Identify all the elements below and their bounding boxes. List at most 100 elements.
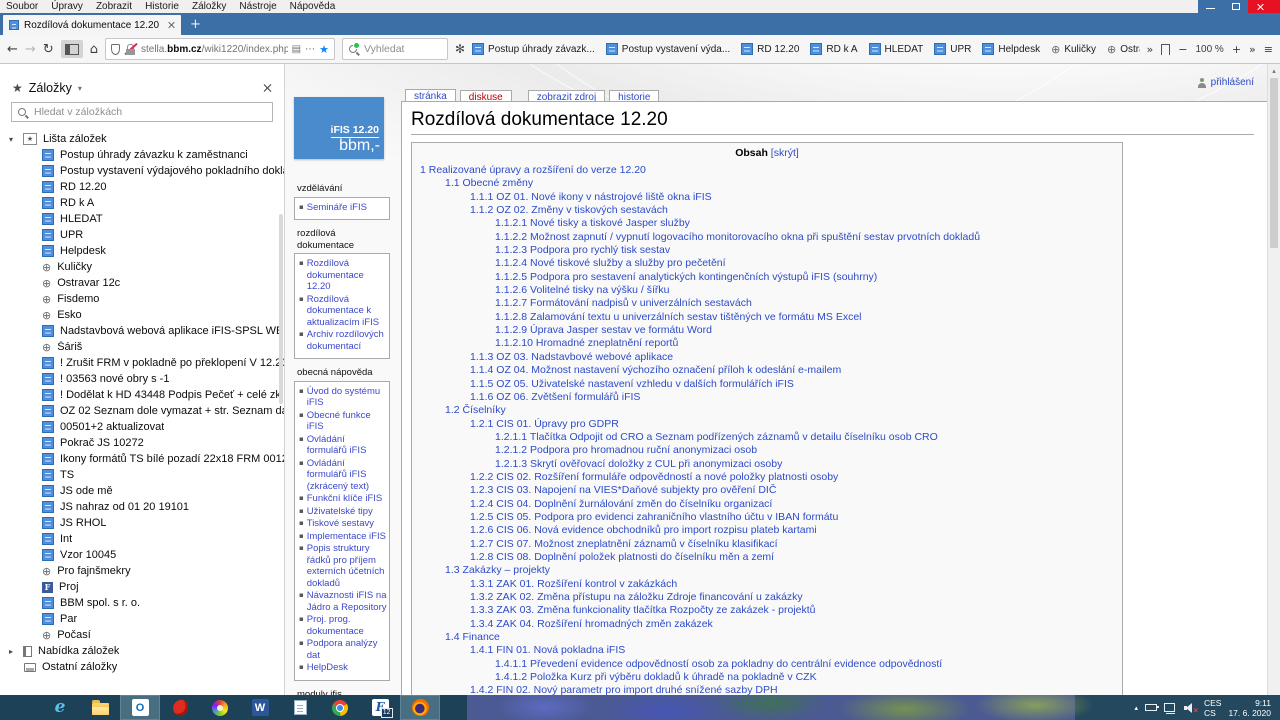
wiki-nav-link[interactable]: ▪ HelpDesk (299, 662, 387, 674)
taskbar-word-button[interactable]: W (240, 695, 280, 720)
sidebar-bookmark-item[interactable]: ⊕ Kuličky (0, 259, 284, 275)
toc-entry[interactable]: 1.2.3 CIS 03. Napojení na VIES*Daňové su… (420, 484, 1114, 497)
taskbar-red-mascot-button[interactable] (160, 695, 200, 720)
sidebar-search-input[interactable] (34, 106, 267, 118)
sidebar-toggle-button[interactable] (60, 40, 83, 58)
taskbar-outlook-button[interactable]: O (120, 695, 160, 720)
bookmark-star-icon[interactable]: ★ (319, 43, 329, 56)
taskbar-chrome-button[interactable] (320, 695, 360, 720)
overflow-chevron-icon[interactable]: » (1147, 43, 1154, 56)
sidebar-bookmark-item[interactable]: UPR (0, 227, 284, 243)
menu-item[interactable]: Zobrazit (96, 1, 132, 12)
toc-entry[interactable]: 1.4.1 FIN 01. Nová pokladna iFIS (420, 644, 1114, 657)
expand-caret-icon[interactable]: ▾ (9, 135, 17, 144)
volume-muted-icon[interactable]: × (1183, 702, 1198, 714)
toc-entry[interactable]: 1 Realizované úpravy a rozšíření do verz… (420, 164, 1114, 177)
sidebar-bookmark-item[interactable]: HLEDAT (0, 211, 284, 227)
collapse-caret-icon[interactable]: ▸ (9, 647, 17, 656)
sidebar-bookmark-item[interactable]: Helpdesk (0, 243, 284, 259)
toc-entry[interactable]: 1.2.1.2 Podpora pro hromadnou ruční anon… (420, 444, 1114, 457)
insecure-lock-icon[interactable] (124, 42, 138, 55)
sidebar-bookmark-item[interactable]: BBM spol. s r. o. (0, 595, 284, 611)
hamburger-menu-icon[interactable]: ≡ (1264, 43, 1273, 56)
toc-entry[interactable]: 1.4 Finance (420, 631, 1114, 644)
sidebar-bookmark-item[interactable]: F Proj (0, 579, 284, 595)
gear-icon[interactable]: ✻ (455, 42, 465, 56)
sidebar-bookmark-item[interactable]: ⊕ Ostravar 12c (0, 275, 284, 291)
new-tab-button[interactable]: + (190, 17, 201, 32)
url-bar[interactable]: stella.bbm.cz/wiki1220/index.php/Ro ▤ ⋯ … (104, 38, 335, 60)
bookmark-toolbar-item[interactable]: ⊕ Kuličky (1051, 44, 1096, 55)
taskbar-internet-explorer-button[interactable]: e (40, 695, 80, 720)
page-scrollbar[interactable]: ▴ (1267, 64, 1280, 695)
battery-icon[interactable] (1144, 704, 1159, 711)
toc-entry[interactable]: 1.1.2.7 Formátování nadpisů v univerzáln… (420, 297, 1114, 310)
toc-entry[interactable]: 1.1.2.10 Hromadné zneplatnění reportů (420, 337, 1114, 350)
sidebar-bookmark-item[interactable]: OZ 02 Seznam dole vymazat + str. Seznam … (0, 403, 284, 419)
toc-entry[interactable]: 1.4.1.2 Položka Kurz při výběru dokladů … (420, 671, 1114, 684)
scroll-up-arrow-icon[interactable]: ▴ (1268, 64, 1280, 75)
library-icon[interactable] (1161, 43, 1171, 56)
menu-item[interactable]: Historie (145, 1, 179, 12)
toc-entry[interactable]: 1.4.1.1 Převedení evidence odpovědností … (420, 658, 1114, 671)
menu-item[interactable]: Nástroje (239, 1, 276, 12)
toc-hide-link[interactable]: [skrýt] (771, 147, 799, 159)
taskbar-firefox-button[interactable] (400, 695, 440, 720)
restore-button[interactable] (1223, 0, 1248, 13)
search-input[interactable] (363, 43, 442, 55)
bookmark-toolbar-item[interactable]: Helpdesk (982, 43, 1040, 55)
language-indicator[interactable]: CES CS (1204, 698, 1221, 718)
toc-entry[interactable]: 1.1.2 OZ 02. Změny v tiskových sestavách (420, 204, 1114, 217)
bookmark-toolbar-item[interactable]: ⊕Ostravar 12c (1107, 44, 1140, 55)
wiki-nav-link[interactable]: ▪ Ovládání formulářů iFIS (zkrácený text) (299, 458, 387, 493)
menu-item[interactable]: Nápověda (290, 1, 336, 12)
toc-entry[interactable]: 1.1.2.9 Úprava Jasper sestav ve formátu … (420, 324, 1114, 337)
menu-item[interactable]: Úpravy (51, 1, 83, 12)
wiki-nav-link[interactable]: ▪ Podpora analýzy dat (299, 638, 387, 661)
sidebar-bookmark-item[interactable]: Postup úhrady závazku k zaměstnanci (0, 147, 284, 163)
wiki-nav-link[interactable]: ▪ Funkční klíče iFIS (299, 493, 387, 505)
toc-entry[interactable]: 1.2.1 CIS 01. Úpravy pro GDPR (420, 418, 1114, 431)
personal-bar[interactable]: přihlášení (1197, 77, 1254, 88)
toc-entry[interactable]: 1.3 Zakázky – projekty (420, 564, 1114, 577)
toc-entry[interactable]: 1.1.2.8 Zalamování textu u univerzálních… (420, 311, 1114, 324)
taskbar-start-button[interactable] (0, 695, 40, 720)
minimize-button[interactable] (1198, 0, 1223, 13)
toc-entry[interactable]: 1.2.7 CIS 07. Možnost zneplatnění záznam… (420, 538, 1114, 551)
sidebar-search[interactable] (11, 102, 273, 122)
taskbar-paint-button[interactable] (200, 695, 240, 720)
zoom-in-button[interactable]: + (1232, 43, 1241, 56)
toc-entry[interactable]: 1.1.2.6 Volitelné tisky na výšku / šířku (420, 284, 1114, 297)
sidebar-bookmark-item[interactable]: JS nahraz od 01 20 19101 (0, 499, 284, 515)
page-actions-icon[interactable]: ⋯ (305, 44, 315, 55)
tracking-shield-icon[interactable] (110, 43, 120, 55)
sidebar-bookmark-item[interactable]: ⊕ Esko (0, 307, 284, 323)
toc-entry[interactable]: 1.1.3 OZ 03. Nadstavbové webové aplikace (420, 351, 1114, 364)
clock[interactable]: 9:11 17. 6. 2020 (1228, 698, 1271, 718)
menu-item[interactable]: Soubor (6, 1, 38, 12)
toc-entry[interactable]: 1.1 Obecné změny (420, 177, 1114, 190)
sidebar-scrollbar[interactable] (279, 214, 283, 404)
toc-entry[interactable]: 1.2.1.1 Tlačítka Odpojit od CRO a Seznam… (420, 431, 1114, 444)
wiki-nav-link[interactable]: ▪ Ovládání formulářů iFIS (299, 434, 387, 457)
wiki-nav-link[interactable]: ▪ Rozdílová dokumentace 12.20 (299, 258, 387, 293)
toc-entry[interactable]: 1.1.4 OZ 04. Možnost nastavení výchozího… (420, 364, 1114, 377)
toc-entry[interactable]: 1.3.2 ZAK 02. Změna přístupu na záložku … (420, 591, 1114, 604)
tray-overflow-icon[interactable]: ▴ (1134, 704, 1138, 712)
sidebar-bookmark-item[interactable]: RD 12.20 (0, 179, 284, 195)
toc-entry[interactable]: 1.2.4 CIS 04. Doplnění žurnálování změn … (420, 498, 1114, 511)
wiki-nav-link[interactable]: ▪ Rozdílová dokumentace k aktualizacím iF… (299, 294, 387, 329)
toc-entry[interactable]: 1.2 Číselníky (420, 404, 1114, 417)
toc-entry[interactable]: 1.3.1 ZAK 01. Rozšíření kontrol v zakázk… (420, 578, 1114, 591)
taskbar-notepad-button[interactable] (280, 695, 320, 720)
toc-entry[interactable]: 1.2.1.3 Skrytí ověřovací doložky z CUL p… (420, 458, 1114, 471)
wiki-logo[interactable]: iFIS 12.20 bbm,- (294, 97, 384, 159)
sidebar-bookmark-item[interactable]: RD k A (0, 195, 284, 211)
sidebar-bookmark-item[interactable]: Vzor 10045 (0, 547, 284, 563)
sidebar-bookmark-item[interactable]: ⊕ Fisdemo (0, 291, 284, 307)
search-bar[interactable] (341, 38, 448, 60)
reader-mode-icon[interactable]: ▤ (292, 44, 301, 55)
wiki-nav-link[interactable]: ▪ Proj. prog. dokumentace (299, 614, 387, 637)
bookmark-toolbar-item[interactable]: HLEDAT (868, 43, 923, 55)
sidebar-bookmark-item[interactable]: ! Dodělat k HD 43448 Podpis Pečeť + celé… (0, 387, 284, 403)
